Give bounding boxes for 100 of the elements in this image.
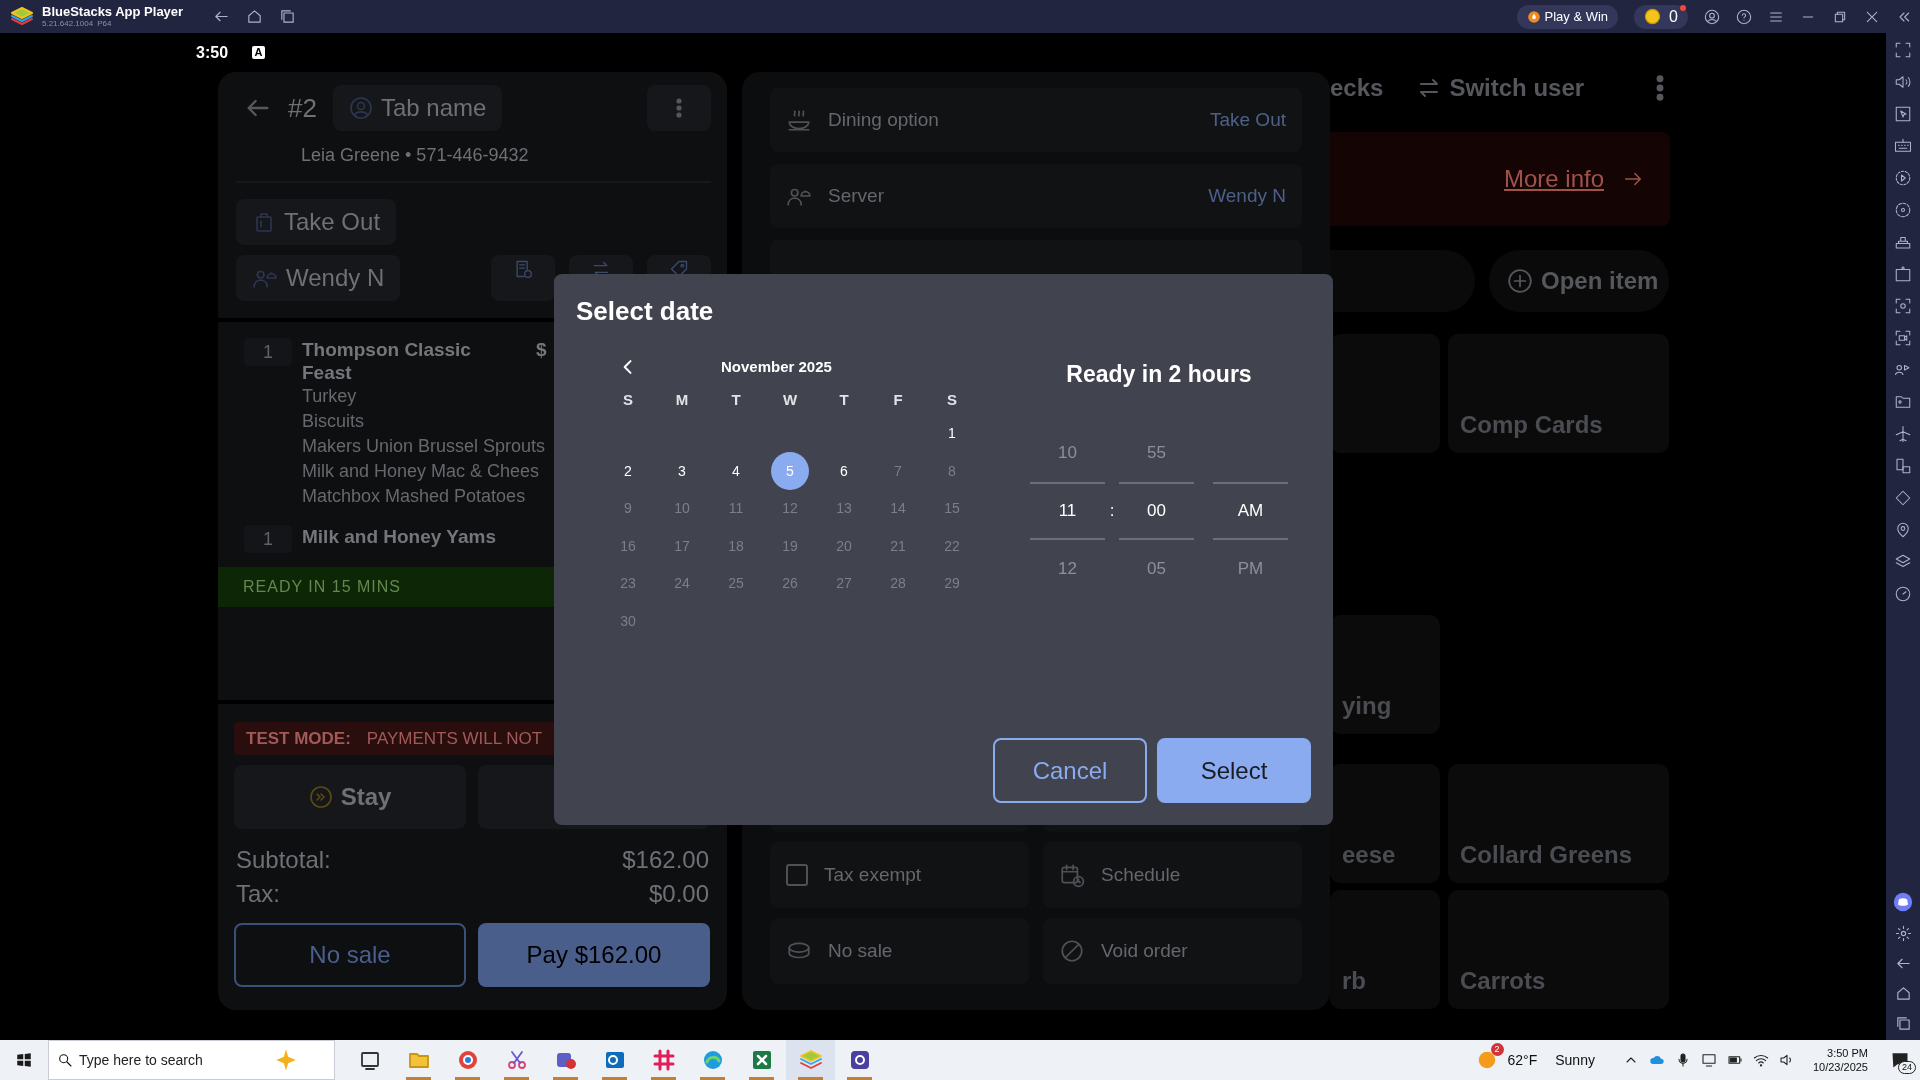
- weekday-label: S: [622, 389, 634, 410]
- search-field[interactable]: Type here to search: [48, 1040, 335, 1080]
- calendar-day[interactable]: 2: [609, 452, 647, 491]
- location-icon[interactable]: [1894, 521, 1912, 539]
- menu-tile[interactable]: Collard Greens: [1448, 764, 1669, 883]
- option-button[interactable]: No sale: [770, 918, 1029, 984]
- status-indicator: A: [252, 46, 266, 59]
- calendar-day[interactable]: 3: [663, 452, 701, 491]
- checkbox[interactable]: [786, 864, 808, 886]
- play-circle-icon[interactable]: [1894, 169, 1912, 187]
- menu-tile[interactable]: Carrots: [1448, 890, 1669, 1009]
- time-option[interactable]: 10: [1030, 423, 1105, 482]
- calendar-day: 21: [879, 527, 917, 566]
- taskbar-date[interactable]: 10/23/2025: [1812, 1060, 1868, 1074]
- rotate-icon[interactable]: [1894, 457, 1912, 475]
- item-name: Thompson Classic Feast: [302, 338, 472, 384]
- total-value: $162.00: [622, 845, 709, 875]
- calendar-day: 9: [609, 489, 647, 528]
- time-option[interactable]: 05: [1119, 539, 1194, 598]
- calendar-day: 8: [933, 452, 971, 491]
- record-icon[interactable]: [1894, 329, 1912, 347]
- option-button[interactable]: Void order: [1043, 918, 1302, 984]
- no-sale-button[interactable]: No sale: [234, 923, 466, 987]
- menu-tile[interactable]: [1330, 334, 1440, 453]
- airplane-icon[interactable]: [1894, 425, 1912, 443]
- calendar-day: 15: [933, 489, 971, 528]
- screenshot-icon[interactable]: [1894, 297, 1912, 315]
- dining-option-button[interactable]: Take Out: [236, 199, 397, 245]
- menu-tile[interactable]: eese: [1330, 764, 1440, 883]
- calendar-day: 20: [825, 527, 863, 566]
- chat-bubble-icon[interactable]: [1893, 892, 1913, 912]
- more-vertical-icon[interactable]: [1656, 74, 1664, 102]
- time-option[interactable]: 55: [1119, 423, 1194, 482]
- weekday-label: M: [674, 389, 690, 410]
- calendar-day[interactable]: 6: [825, 452, 863, 491]
- fullscreen-icon[interactable]: [1894, 41, 1912, 59]
- play-and-win-button[interactable]: Play & Win: [1516, 4, 1619, 29]
- image-folder-icon[interactable]: [1894, 393, 1912, 411]
- taskbar-time[interactable]: 3:50 PM: [1827, 1046, 1868, 1060]
- account-icon[interactable]: [1704, 8, 1720, 25]
- display-icon[interactable]: [1700, 1052, 1717, 1068]
- open-item-button[interactable]: Open item: [1489, 250, 1669, 312]
- cursor-icon[interactable]: [1894, 105, 1912, 123]
- calendar-day: 7: [879, 452, 917, 491]
- calendar-day: 12: [771, 489, 809, 528]
- notification-icon[interactable]: [1890, 1050, 1910, 1070]
- time-option[interactable]: 12: [1030, 539, 1105, 598]
- apk-icon[interactable]: [1894, 265, 1912, 283]
- menu-tile[interactable]: Comp Cards: [1448, 334, 1669, 453]
- calendar-day: 24: [663, 564, 701, 603]
- stay-button[interactable]: Stay: [234, 765, 466, 829]
- layers-logo-icon[interactable]: [798, 1048, 823, 1072]
- notification-count: 24: [1898, 1061, 1916, 1074]
- select-button[interactable]: Select: [1157, 738, 1311, 803]
- calendar-day: 23: [609, 564, 647, 603]
- help-icon[interactable]: [1736, 8, 1752, 25]
- time-option[interactable]: 11: [1030, 481, 1105, 540]
- time-option[interactable]: 00: [1119, 481, 1194, 540]
- flame-icon: [1526, 9, 1541, 24]
- weekday-label: T: [730, 389, 742, 410]
- shake-icon[interactable]: [1894, 489, 1912, 507]
- switch-user-button[interactable]: Switch user: [1417, 72, 1585, 106]
- calendar-day[interactable]: 4: [717, 452, 755, 491]
- home-icon[interactable]: [246, 8, 264, 25]
- settings-icon[interactable]: [1894, 925, 1912, 942]
- item-modifier: Matchbox Mashed Potatoes: [302, 485, 526, 508]
- checks-tab[interactable]: ecks: [1330, 72, 1384, 106]
- hash-app-icon[interactable]: [651, 1048, 676, 1072]
- keyboard-icon[interactable]: [1894, 137, 1912, 155]
- calendar-day: 27: [825, 564, 863, 603]
- pay-button[interactable]: Pay $162.00: [478, 923, 710, 987]
- volume-icon[interactable]: [1894, 73, 1912, 91]
- sync-icon[interactable]: [1894, 201, 1912, 219]
- clock-text: 3:50: [196, 42, 229, 63]
- windows-logo-icon[interactable]: [15, 1051, 33, 1069]
- app-title: BlueStacks App Player: [42, 5, 184, 18]
- option-row[interactable]: Dining option Take Out: [770, 88, 1302, 152]
- plus-circle-icon: [1507, 268, 1533, 294]
- tax-exempt-checkbox[interactable]: Tax exempt: [770, 842, 1029, 908]
- version-text: 5.21.642.1004: [42, 20, 94, 28]
- menu-tile[interactable]: ying: [1330, 615, 1440, 734]
- time-option[interactable]: AM: [1213, 481, 1288, 540]
- cancel-button[interactable]: Cancel: [993, 738, 1147, 803]
- coins-button[interactable]: 0: [1634, 4, 1688, 29]
- item-modifier: Turkey: [302, 385, 357, 408]
- tab-name-button[interactable]: Tab name: [332, 85, 503, 131]
- more-info-link[interactable]: More info: [1503, 161, 1604, 197]
- home-icon[interactable]: [1894, 985, 1912, 1002]
- windows-icon[interactable]: [1894, 1015, 1912, 1032]
- option-row[interactable]: Server Wendy N: [770, 164, 1302, 228]
- option-button[interactable]: Schedule: [1043, 842, 1302, 908]
- server-button[interactable]: Wendy N: [236, 255, 401, 301]
- order-number: #2: [288, 91, 317, 125]
- time-option[interactable]: PM: [1213, 539, 1288, 598]
- calendar-day[interactable]: 1: [933, 414, 971, 453]
- gauge-icon[interactable]: [1894, 585, 1912, 603]
- calendar-day[interactable]: 5: [771, 452, 809, 491]
- windows-icon[interactable]: [279, 8, 297, 25]
- menu-tile[interactable]: rb: [1330, 890, 1440, 1009]
- wifi-icon[interactable]: [1752, 1052, 1769, 1068]
